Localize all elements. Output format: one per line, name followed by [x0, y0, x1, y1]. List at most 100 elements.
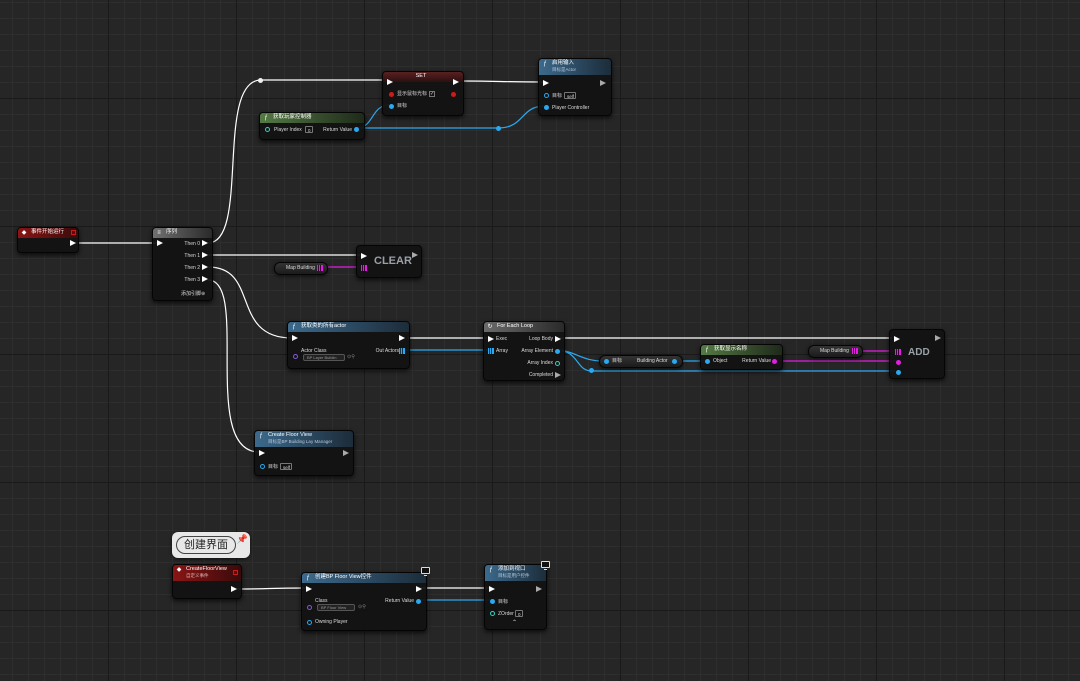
then-0-pin[interactable]	[202, 240, 208, 246]
return-value-pin[interactable]	[416, 599, 421, 604]
owning-player-pin[interactable]	[307, 620, 312, 625]
get-all-actors-node[interactable]: ƒ 获取类的所有actor Actor Class BP Layer Build…	[287, 321, 410, 369]
exec-in-pin[interactable]	[894, 336, 900, 342]
exec-out-pin[interactable]	[536, 586, 542, 592]
for-each-loop-node[interactable]: ↻ For Each Loop Exec Array Loop Body Arr…	[483, 321, 565, 381]
create-floor-view-call-node[interactable]: ƒ Create Floor View 目标是BP Building Lay M…	[254, 430, 354, 476]
array-index-pin[interactable]	[555, 361, 560, 366]
building-actor-variable[interactable]: 目标 Building Actor	[599, 355, 683, 368]
key-in-pin[interactable]	[896, 360, 901, 365]
then-2-label: Then 2	[184, 265, 200, 271]
map-out-pin[interactable]	[852, 348, 858, 354]
actor-class-pin[interactable]	[293, 354, 298, 359]
function-icon: ƒ	[543, 61, 547, 67]
node-title: SET	[415, 73, 427, 79]
return-value-pin[interactable]	[354, 127, 359, 132]
add-pin-icon[interactable]: ⊕	[201, 291, 205, 297]
player-index-pin[interactable]	[265, 127, 270, 132]
node-header: ƒ 启用输入 目标是Actor	[539, 59, 611, 75]
exec-out-pin[interactable]	[343, 450, 349, 456]
value-in-pin[interactable]	[896, 370, 901, 375]
enable-input-node[interactable]: ƒ 启用输入 目标是Actor 目标 self Player Controlle…	[538, 58, 612, 116]
exec-in-pin[interactable]	[488, 336, 494, 342]
show-cursor-checkbox[interactable]: ✓	[429, 91, 435, 97]
bool-out-pin[interactable]	[451, 92, 456, 97]
player-index-field[interactable]: 0	[305, 126, 313, 133]
get-player-controller-node[interactable]: ƒ 获取玩家控制器 Player Index 0 Return Value	[259, 112, 365, 140]
array-in-pin[interactable]	[488, 348, 494, 354]
node-title: 序列	[166, 229, 178, 235]
map-out-pin[interactable]	[317, 265, 323, 271]
target-in-pin[interactable]	[490, 599, 495, 604]
object-in-pin[interactable]	[705, 359, 710, 364]
then-1-pin[interactable]	[202, 252, 208, 258]
class-pin[interactable]	[307, 605, 312, 610]
exec-in-pin[interactable]	[306, 586, 312, 592]
player-controller-pin[interactable]	[544, 105, 549, 110]
pin-icon[interactable]: 📌	[237, 534, 248, 545]
exec-out-pin[interactable]	[600, 80, 606, 86]
exec-out-pin[interactable]	[416, 586, 422, 592]
exec-out-pin[interactable]	[70, 240, 76, 246]
function-icon: ƒ	[489, 567, 493, 573]
target-in-pin[interactable]	[389, 104, 394, 109]
reroute-node[interactable]	[258, 78, 263, 83]
chevron-up-icon[interactable]: ⌃	[512, 620, 517, 626]
combo-tools-icon[interactable]: ⊙⚲	[347, 354, 355, 360]
comment-bubble[interactable]: 创建界面 📌	[172, 532, 250, 558]
exec-in-pin[interactable]	[361, 253, 367, 259]
target-self-field[interactable]: self	[564, 92, 576, 99]
zorder-field[interactable]: 0	[515, 610, 523, 617]
create-widget-node[interactable]: ƒ 创建BP Floor View控件 Class BP Floor View …	[301, 567, 430, 631]
exec-out-pin[interactable]	[453, 79, 459, 85]
then-0-label: Then 0	[184, 241, 200, 247]
bool-in-pin[interactable]	[389, 92, 394, 97]
set-show-cursor-node[interactable]: SET 显示鼠标光标 ✓ 目标	[382, 71, 464, 116]
create-floor-view-event-node[interactable]: ◆ CreateFloorView 自定义事件	[172, 564, 242, 599]
out-actors-pin[interactable]	[399, 348, 405, 354]
clear-node[interactable]: CLEAR	[356, 245, 422, 278]
exec-out-pin[interactable]	[399, 335, 405, 341]
get-display-name-node[interactable]: ƒ 获取显示名称 Object Return Value	[700, 344, 783, 370]
loop-body-pin[interactable]	[555, 336, 561, 342]
return-value-label: Return Value	[385, 598, 414, 604]
target-in-pin[interactable]	[544, 93, 549, 98]
reroute-node[interactable]	[589, 368, 594, 373]
exec-out-pin[interactable]	[231, 586, 237, 592]
then-2-pin[interactable]	[202, 264, 208, 270]
map-building-variable[interactable]: Map Building	[274, 262, 328, 275]
add-to-viewport-node[interactable]: ƒ 添加到视口 目标是用户控件 目标 ZOrder 0 ⌃	[484, 561, 550, 630]
exec-out-pin[interactable]	[935, 335, 941, 341]
exec-in-pin[interactable]	[489, 586, 495, 592]
map-building-variable[interactable]: Map Building	[808, 345, 863, 358]
exec-in-pin[interactable]	[259, 450, 265, 456]
exec-in-pin[interactable]	[543, 80, 549, 86]
value-out-pin[interactable]	[672, 359, 677, 364]
exec-in-pin[interactable]	[292, 335, 298, 341]
combo-tools-icon[interactable]: ⊙⚲	[358, 604, 366, 610]
delegate-pin[interactable]	[71, 230, 76, 235]
class-combo[interactable]: BP Floor View	[317, 604, 355, 611]
zorder-pin[interactable]	[490, 611, 495, 616]
then-3-pin[interactable]	[202, 276, 208, 282]
completed-pin[interactable]	[555, 372, 561, 378]
actor-class-combo[interactable]: BP Layer Buildin	[303, 354, 345, 361]
array-element-pin[interactable]	[555, 349, 560, 354]
sequence-node[interactable]: ≡ 序列 Then 0 Then 1 Then 2 Then 3 添加引脚 ⊕	[152, 227, 213, 301]
event-begin-play-node[interactable]: ◆ 事件开始运行	[17, 227, 79, 253]
target-in-pin[interactable]	[260, 464, 265, 469]
add-node[interactable]: ADD	[889, 329, 945, 379]
target-in-pin[interactable]	[604, 359, 609, 364]
return-value-pin[interactable]	[772, 359, 777, 364]
target-self-field[interactable]: self	[280, 463, 292, 470]
map-in-pin[interactable]	[895, 349, 901, 355]
completed-label: Completed	[528, 372, 553, 378]
exec-in-pin[interactable]	[387, 79, 393, 85]
owning-player-label: Owning Player	[315, 619, 348, 625]
add-pin-label[interactable]: 添加引脚	[181, 291, 201, 297]
map-in-pin[interactable]	[361, 265, 367, 271]
delegate-pin[interactable]	[233, 570, 238, 575]
reroute-node[interactable]	[496, 126, 501, 131]
exec-in-pin[interactable]	[157, 240, 163, 246]
exec-out-pin[interactable]	[412, 252, 418, 258]
